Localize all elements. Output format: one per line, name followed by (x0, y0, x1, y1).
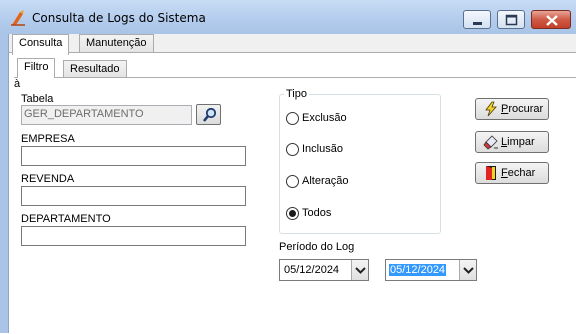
limpar-button[interactable]: Limpar (475, 131, 549, 153)
tab-consulta[interactable]: Consulta (12, 34, 70, 55)
radio-label: Inclusão (302, 143, 343, 155)
revenda-field[interactable] (21, 186, 246, 206)
chevron-down-icon (463, 267, 474, 274)
limpar-label: Limpar (501, 136, 535, 148)
consulta-panel: Filtro Resultado Tabela GER_DEPARTAMENTO… (9, 52, 576, 334)
eraser-icon (483, 135, 498, 150)
window-client-area: Consulta Manutenção Filtro Resultado Tab… (8, 34, 576, 334)
maximize-button[interactable] (497, 10, 525, 29)
radio-label: Exclusão (302, 112, 347, 124)
maximize-icon (505, 14, 518, 26)
minimize-icon (473, 22, 482, 25)
tab-manutencao[interactable]: Manutenção (79, 34, 154, 53)
tab-resultado[interactable]: Resultado (63, 60, 127, 78)
departamento-label: DEPARTAMENTO (21, 213, 111, 225)
periodo-separator: à (14, 78, 21, 90)
radio-label: Todos (302, 207, 332, 219)
date-to-picker[interactable]: 05/12/2024 (385, 259, 477, 281)
procurar-label: Procurar (501, 103, 544, 115)
door-icon (486, 166, 496, 180)
window-title: Consulta de Logs do Sistema (32, 11, 206, 25)
fechar-label: Fechar (501, 167, 536, 179)
revenda-label: REVENDA (21, 173, 75, 185)
date-from-picker[interactable]: 05/12/2024 (279, 259, 369, 281)
radio-selected-dot (289, 210, 296, 217)
close-button[interactable] (531, 10, 571, 29)
date-from-dropdown[interactable] (351, 260, 368, 280)
magnifier-icon (202, 107, 217, 122)
radio-circle[interactable] (286, 112, 299, 125)
date-to-value: 05/12/2024 (389, 264, 447, 276)
chevron-down-icon (355, 267, 366, 274)
empresa-field[interactable] (21, 146, 246, 166)
date-from-value: 05/12/2024 (284, 264, 340, 276)
fechar-button[interactable]: Fechar (475, 162, 549, 184)
app-icon (11, 10, 25, 26)
tab-filtro[interactable]: Filtro (17, 58, 56, 78)
date-to-dropdown[interactable] (459, 260, 476, 280)
empresa-label: EMPRESA (21, 133, 75, 145)
radio-circle[interactable] (286, 175, 299, 188)
tabela-lookup-button[interactable] (196, 104, 221, 125)
application-window: Consulta de Logs do Sistema Consulta Man… (0, 0, 576, 334)
periodo-label: Período do Log (279, 241, 355, 253)
tipo-title: Tipo (284, 88, 309, 100)
minimize-button[interactable] (463, 10, 491, 29)
lightning-icon (485, 101, 497, 117)
tabela-label: Tabela (21, 93, 54, 105)
procurar-button[interactable]: Procurar (475, 98, 549, 120)
radio-circle[interactable] (286, 207, 299, 220)
title-bar[interactable]: Consulta de Logs do Sistema (0, 0, 576, 34)
tabela-field[interactable]: GER_DEPARTAMENTO (21, 105, 192, 125)
departamento-field[interactable] (21, 226, 246, 246)
radio-label: Alteração (302, 175, 349, 187)
radio-circle[interactable] (286, 143, 299, 156)
close-icon (546, 15, 558, 26)
